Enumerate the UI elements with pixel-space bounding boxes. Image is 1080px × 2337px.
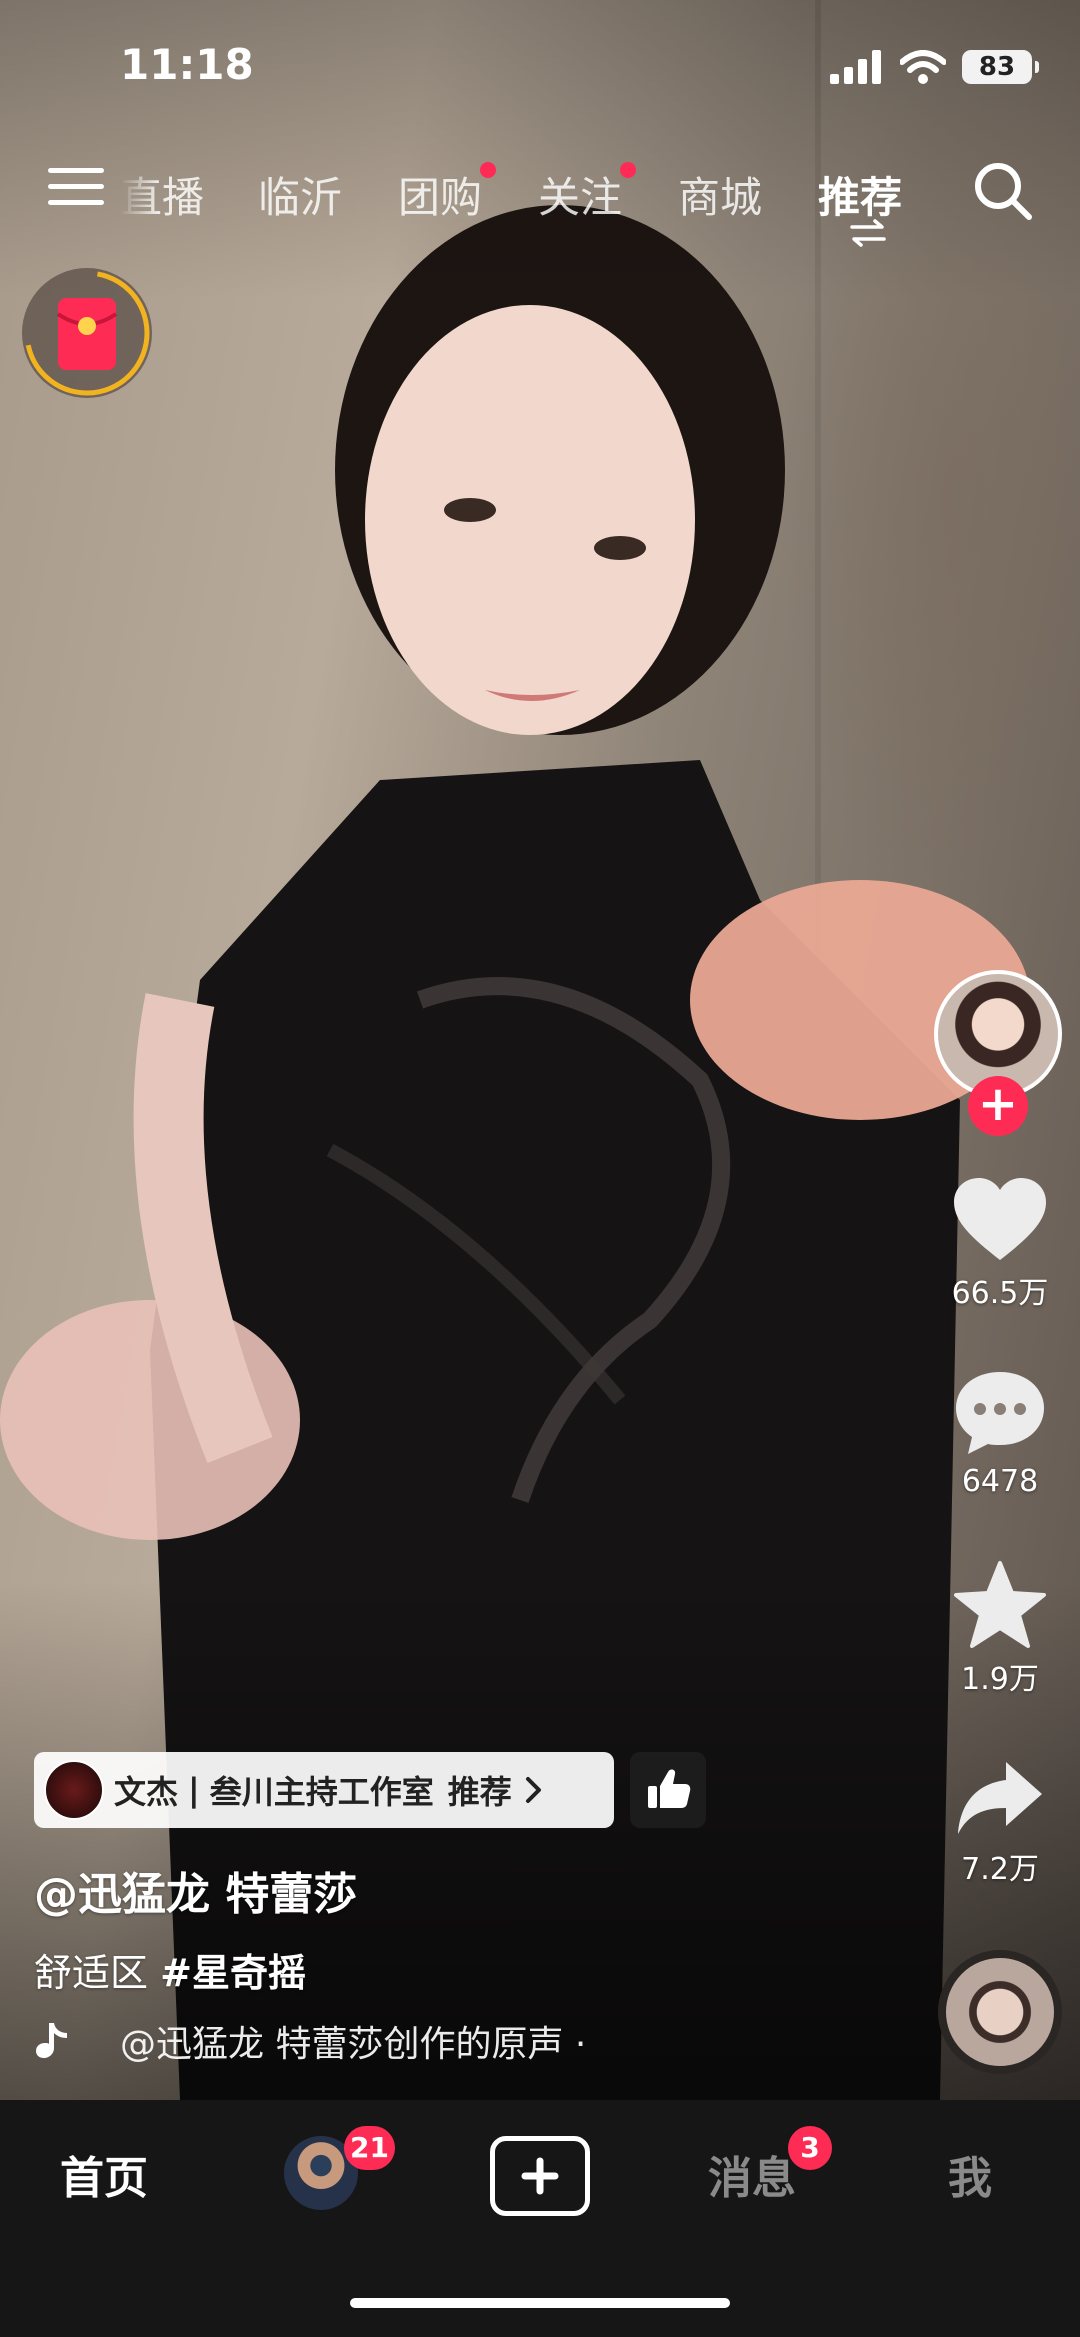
comment-button[interactable]: 6478	[938, 1368, 1062, 1499]
recommender-pill[interactable]: 文杰 | 叁川主持工作室 推荐	[34, 1752, 614, 1828]
search-icon[interactable]	[972, 160, 1034, 222]
share-button[interactable]: 7.2万	[938, 1758, 1062, 1888]
red-packet-icon	[24, 270, 150, 396]
music-info[interactable]: @迅猛龙 特蕾莎创作的原声 ·	[34, 2015, 586, 2067]
tab-group-buy[interactable]: 团购	[398, 162, 497, 225]
comment-count: 6478	[961, 1464, 1039, 1499]
tab-mall[interactable]: 商城	[678, 164, 762, 225]
recommender-name: 文杰	[114, 1773, 179, 1811]
tab-live[interactable]: 直播	[120, 164, 204, 225]
caption-text: 舒适区	[34, 1951, 149, 1995]
share-count: 7.2万	[961, 1852, 1039, 1887]
wifi-icon	[900, 50, 946, 84]
bottom-tab-bar: 首页 21 消息 3 我	[0, 2100, 1080, 2337]
heart-icon	[954, 1178, 1046, 1260]
author-name[interactable]: @迅猛龙 特蕾莎	[34, 1858, 357, 1922]
recommend-thumb-button[interactable]	[630, 1752, 706, 1828]
favorite-button[interactable]: 1.9万	[938, 1560, 1062, 1698]
create-button[interactable]	[490, 2136, 590, 2216]
swap-arrows-icon	[850, 219, 886, 247]
tab-local[interactable]: 临沂	[258, 164, 342, 225]
favorite-count: 1.9万	[961, 1662, 1039, 1697]
battery-level: 83	[978, 52, 1016, 82]
tab-recommended[interactable]: 推荐	[818, 164, 902, 225]
comment-icon	[956, 1372, 1044, 1454]
recommend-action: 推荐	[447, 1773, 512, 1811]
friends-badge: 21	[344, 2126, 395, 2170]
unread-dot	[480, 162, 497, 178]
like-button[interactable]: 66.5万	[938, 1176, 1062, 1312]
unread-dot	[620, 162, 637, 178]
tab-following[interactable]: 关注	[538, 162, 637, 225]
menu-icon[interactable]	[48, 168, 104, 216]
chevron-right-icon	[525, 1777, 541, 1803]
recommender-studio: 叁川主持工作室	[209, 1773, 434, 1811]
plus-icon	[521, 2157, 559, 2195]
like-count: 66.5万	[951, 1276, 1049, 1311]
red-packet-widget[interactable]	[22, 268, 152, 398]
thumbs-up-icon	[648, 1769, 691, 1808]
share-arrow-icon	[958, 1762, 1042, 1834]
tiktok-note-icon	[36, 2023, 67, 2058]
recommender-avatar	[44, 1760, 104, 1820]
follow-button[interactable]: +	[968, 1076, 1028, 1136]
recommender-separator: |	[188, 1771, 200, 1809]
signal-icon	[830, 50, 881, 84]
star-icon	[954, 1561, 1046, 1648]
music-title: @迅猛龙 特蕾莎创作的原声 ·	[120, 2024, 587, 2065]
tab-me[interactable]: 我	[948, 2142, 992, 2206]
messages-badge: 3	[788, 2126, 832, 2170]
status-time: 11:18	[120, 40, 254, 89]
tab-messages[interactable]: 消息	[708, 2142, 796, 2206]
status-icons: 83	[830, 50, 1039, 84]
music-disc[interactable]	[938, 1950, 1062, 2074]
top-nav: 直播 临沂 团购 关注 商城 推荐	[0, 160, 1080, 250]
hashtag-link[interactable]: #星奇摇	[160, 1951, 306, 1995]
video-caption: 舒适区 #星奇摇	[34, 1942, 306, 1997]
home-indicator	[350, 2298, 730, 2308]
battery-icon: 83	[962, 50, 1039, 84]
tab-home[interactable]: 首页	[60, 2142, 148, 2206]
